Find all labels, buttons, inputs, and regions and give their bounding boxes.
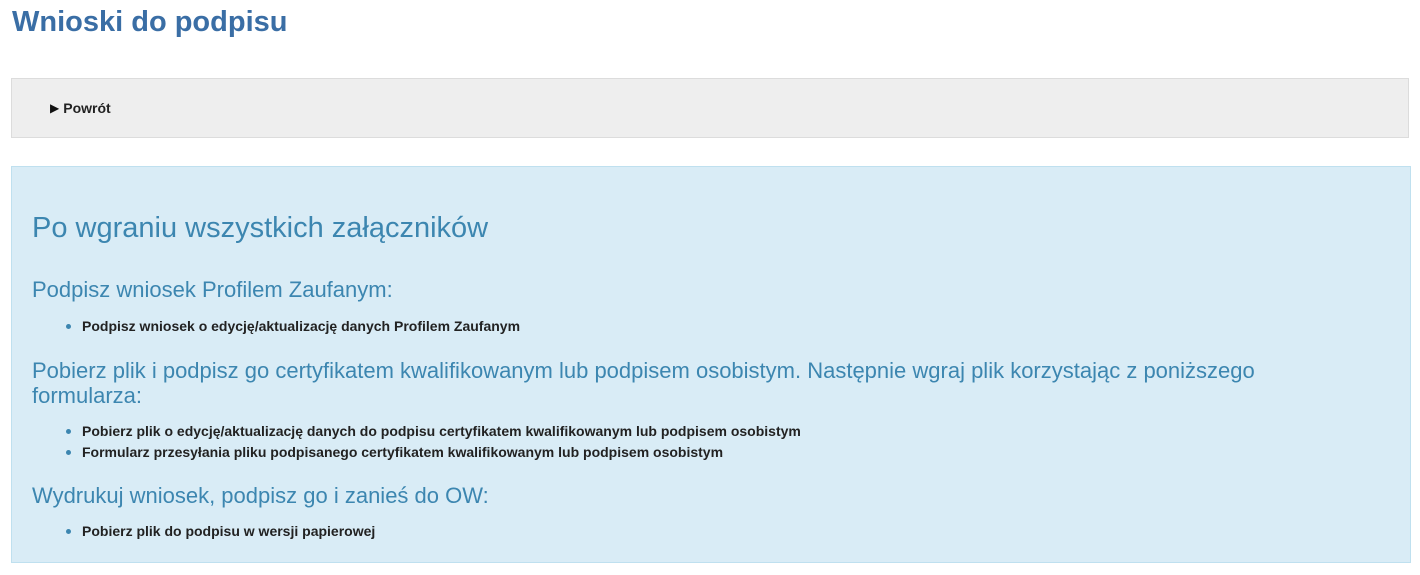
page-title: Wnioski do podpisu <box>12 6 288 38</box>
download-paper-version-link[interactable]: Pobierz plik do podpisu w wersji papiero… <box>62 521 375 542</box>
section-heading-qualified-certificate: Pobierz plik i podpisz go certyfikatem k… <box>32 358 1255 408</box>
signing-options-panel: Po wgraniu wszystkich załączników Podpis… <box>11 166 1411 563</box>
section-heading-paper: Wydrukuj wniosek, podpisz go i zanieś do… <box>32 483 489 508</box>
list-item-label: Formularz przesyłania pliku podpisanego … <box>82 444 724 460</box>
section-heading-trusted-profile: Podpisz wniosek Profilem Zaufanym: <box>32 277 393 302</box>
trusted-profile-list: Podpisz wniosek o edycję/aktualizację da… <box>62 316 520 337</box>
list-item-label: Pobierz plik do podpisu w wersji papiero… <box>82 523 376 539</box>
bullet-icon <box>66 324 71 329</box>
back-link[interactable]: ▶ Powrót <box>50 99 111 117</box>
bullet-icon <box>66 450 71 455</box>
download-file-for-certificate-link[interactable]: Pobierz plik o edycję/aktualizację danyc… <box>62 421 801 442</box>
qualified-certificate-list: Pobierz plik o edycję/aktualizację danyc… <box>62 421 801 463</box>
upload-signed-file-form-link[interactable]: Formularz przesyłania pliku podpisanego … <box>62 442 801 463</box>
list-item-label: Podpisz wniosek o edycję/aktualizację da… <box>82 318 521 334</box>
toolbar: ▶ Powrót <box>11 78 1409 138</box>
bullet-icon <box>66 529 71 534</box>
sign-trusted-profile-link[interactable]: Podpisz wniosek o edycję/aktualizację da… <box>62 316 520 337</box>
bullet-icon <box>66 429 71 434</box>
page: Wnioski do podpisu ▶ Powrót Po wgraniu w… <box>0 0 1420 575</box>
play-triangle-icon: ▶ <box>50 101 60 115</box>
back-link-label: Powrót <box>63 100 111 116</box>
list-item-label: Pobierz plik o edycję/aktualizację danyc… <box>82 423 801 439</box>
panel-title: Po wgraniu wszystkich załączników <box>32 212 489 244</box>
paper-signing-list: Pobierz plik do podpisu w wersji papiero… <box>62 521 375 542</box>
